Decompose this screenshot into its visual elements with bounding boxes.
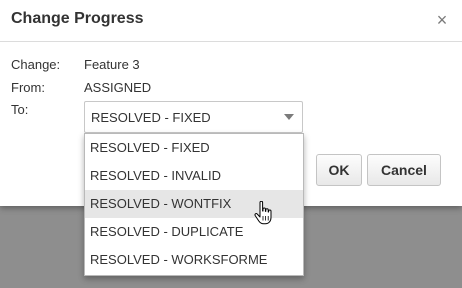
chevron-down-icon: [284, 114, 294, 120]
select-current-value: RESOLVED - FIXED: [91, 110, 211, 125]
hand-pointer-cursor-icon: [254, 201, 272, 225]
from-label: From:: [11, 80, 45, 95]
close-icon[interactable]: ×: [434, 10, 450, 30]
option-resolved-invalid[interactable]: RESOLVED - INVALID: [85, 162, 303, 190]
option-resolved-fixed[interactable]: RESOLVED - FIXED: [85, 134, 303, 162]
to-label: To:: [11, 102, 29, 117]
change-label: Change:: [11, 57, 61, 72]
change-value: Feature 3: [84, 57, 140, 72]
dialog-header: Change Progress ×: [0, 0, 462, 42]
cancel-button[interactable]: Cancel: [367, 154, 441, 186]
ok-button[interactable]: OK: [316, 154, 362, 186]
from-value: ASSIGNED: [84, 80, 152, 95]
to-status-select[interactable]: RESOLVED - FIXED: [84, 101, 303, 133]
option-resolved-worksforme[interactable]: RESOLVED - WORKSFORME: [85, 246, 303, 274]
dialog-title: Change Progress: [11, 10, 144, 27]
